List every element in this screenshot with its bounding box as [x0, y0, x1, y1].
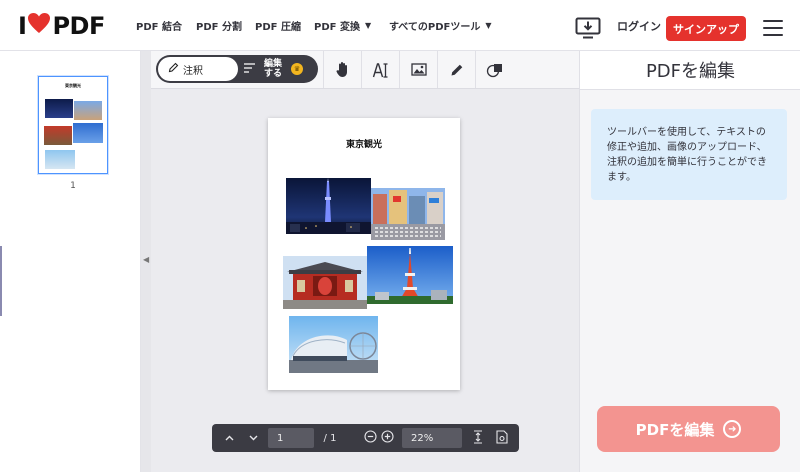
- chevron-up-icon: [225, 433, 234, 444]
- edit-sidebar: PDFを編集 ツールバーを使用して、テキストの修正や追加、画像のアップロード、注…: [579, 51, 800, 472]
- edit-toolbar: 注釈 編集 する ♛: [151, 51, 579, 89]
- page-settings-icon: [496, 429, 508, 447]
- thumbnail-photo: [73, 123, 103, 143]
- page-settings-button[interactable]: [492, 424, 512, 452]
- text-tool[interactable]: [361, 51, 399, 88]
- edit-lines-icon: [244, 63, 256, 75]
- arrow-right-circle-icon: ➜: [723, 420, 742, 438]
- zoom-in-button[interactable]: [379, 424, 395, 452]
- draw-tool[interactable]: [437, 51, 475, 88]
- premium-crown-icon: ♛: [291, 63, 304, 75]
- nav-compress[interactable]: PDF 圧縮: [255, 0, 301, 51]
- thumbnail-photo: [45, 99, 73, 118]
- shape-icon: [486, 62, 504, 78]
- sidebar-title: PDFを編集: [580, 51, 800, 90]
- text-icon: [372, 62, 390, 78]
- image-icon: [410, 63, 427, 76]
- chevron-down-icon: [249, 433, 258, 444]
- caret-down-icon: ▼: [485, 21, 492, 30]
- photo-shibuya-crossing[interactable]: [371, 188, 445, 240]
- pdf-page[interactable]: 東京観光: [268, 118, 460, 390]
- photo-tokyo-dome[interactable]: [289, 316, 378, 373]
- thumbnail-sidebar: 東京観光 1: [0, 51, 141, 472]
- image-tool[interactable]: [399, 51, 437, 88]
- nav-convert[interactable]: PDF 変換 ▼: [314, 0, 371, 51]
- thumbnail-photo: [74, 101, 102, 120]
- nav-all-tools[interactable]: すべてのPDFツール ▼: [389, 0, 492, 51]
- next-page-button[interactable]: [242, 424, 264, 452]
- window-edge: [0, 246, 2, 316]
- hand-icon: [335, 61, 351, 78]
- signup-button[interactable]: サインアップ: [666, 16, 746, 41]
- annotate-mode-button[interactable]: 注釈: [158, 57, 238, 81]
- hand-tool[interactable]: [323, 51, 361, 88]
- thumbnail-photo: [45, 150, 75, 169]
- prev-page-button[interactable]: [218, 424, 240, 452]
- pen-icon: [168, 62, 179, 76]
- caret-down-icon: ▼: [364, 21, 372, 30]
- zoom-level-input[interactable]: 22%: [402, 428, 462, 448]
- zoom-in-icon: [380, 430, 394, 446]
- shape-tool[interactable]: [475, 51, 513, 88]
- zoom-out-icon: [363, 430, 377, 446]
- login-link[interactable]: ログイン: [617, 18, 661, 34]
- thumbnail-page-number: 1: [70, 181, 76, 191]
- total-pages: / 1: [323, 432, 337, 444]
- info-box: ツールバーを使用して、テキストの修正や追加、画像のアップロード、注釈の追加を簡単…: [591, 109, 787, 200]
- document-title: 東京観光: [345, 140, 382, 150]
- hamburger-menu-icon[interactable]: [763, 20, 783, 36]
- nav-merge[interactable]: PDF 結合: [136, 0, 182, 51]
- fit-height-button[interactable]: [468, 424, 488, 452]
- thumbnail-photo: [44, 126, 72, 145]
- zoom-out-button[interactable]: [362, 424, 378, 452]
- thumbnail-title: 東京観光: [65, 83, 81, 88]
- ilovepdf-logo[interactable]: I PDF: [18, 12, 105, 40]
- fit-height-icon: [473, 429, 483, 447]
- edit-mode-button[interactable]: 編集 する ♛: [244, 55, 304, 83]
- heart-icon: [27, 12, 51, 40]
- photo-skytree-night[interactable]: [286, 178, 371, 234]
- collapse-arrow-icon[interactable]: ◀: [143, 255, 149, 264]
- edit-pdf-button[interactable]: PDFを編集 ➜: [597, 406, 780, 452]
- top-header: I PDF PDF 結合 PDF 分割 PDF 圧縮 PDF 変換 ▼ すべてのP…: [0, 0, 800, 51]
- photo-sensoji-temple[interactable]: [283, 256, 367, 309]
- photo-tokyo-tower[interactable]: [367, 246, 453, 304]
- desktop-download-icon[interactable]: [575, 17, 601, 39]
- mode-toggle: 注釈 編集 する ♛: [156, 55, 318, 83]
- document-workspace: 注釈 編集 する ♛ 東京観光 1 / 1 22%: [151, 51, 579, 472]
- nav-split[interactable]: PDF 分割: [196, 0, 242, 51]
- page-number-input[interactable]: 1: [268, 428, 314, 448]
- panel-resize-handle[interactable]: ◀: [141, 51, 151, 472]
- page-thumbnail[interactable]: 東京観光: [38, 76, 108, 174]
- pencil-icon: [450, 63, 464, 77]
- page-nav-bar: 1 / 1 22%: [212, 424, 519, 452]
